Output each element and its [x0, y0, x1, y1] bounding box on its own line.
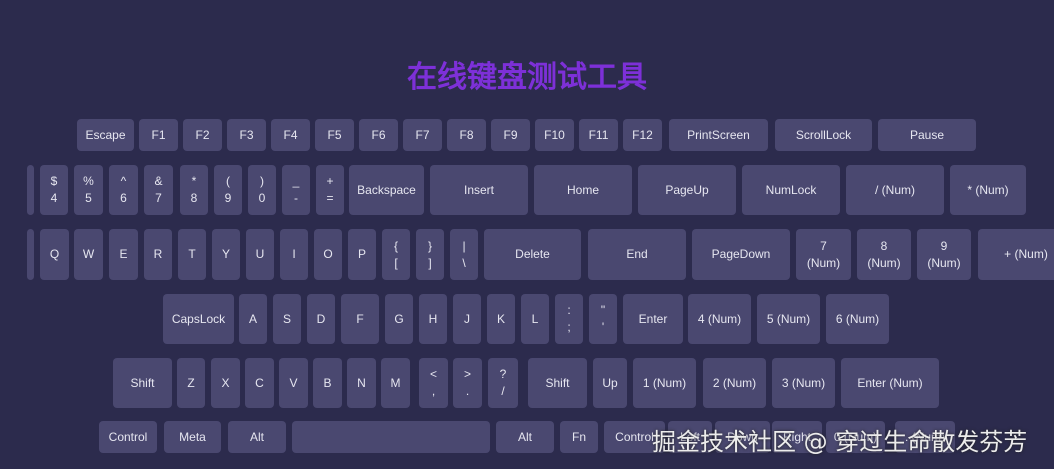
key-symbol[interactable]: | \	[450, 229, 478, 280]
key-f4[interactable]: F4	[271, 119, 310, 151]
key-5-num[interactable]: 5 (Num)	[757, 294, 820, 344]
key-symbol[interactable]: + =	[316, 165, 344, 215]
key-i[interactable]: I	[280, 229, 308, 280]
key-delete[interactable]: Delete	[484, 229, 581, 280]
key-f11[interactable]: F11	[579, 119, 618, 151]
key-a[interactable]: A	[239, 294, 267, 344]
key-h[interactable]: H	[419, 294, 447, 344]
key-fn[interactable]: Fn	[560, 421, 598, 453]
key-8[interactable]: * 8	[180, 165, 208, 215]
key-printscreen[interactable]: PrintScreen	[669, 119, 768, 151]
key-f8[interactable]: F8	[447, 119, 486, 151]
key-symbol[interactable]: : ;	[555, 294, 583, 344]
key-scrolllock[interactable]: ScrollLock	[775, 119, 872, 151]
key-f6[interactable]: F6	[359, 119, 398, 151]
key-6[interactable]: ^ 6	[109, 165, 138, 215]
key-f1[interactable]: F1	[139, 119, 178, 151]
key-f5[interactable]: F5	[315, 119, 354, 151]
key-symbol[interactable]: } ]	[416, 229, 444, 280]
key-p[interactable]: P	[348, 229, 376, 280]
key-9[interactable]: ( 9	[214, 165, 242, 215]
key-f7[interactable]: F7	[403, 119, 442, 151]
key-symbol[interactable]: " '	[589, 294, 617, 344]
key-6-num[interactable]: 6 (Num)	[826, 294, 889, 344]
key-home[interactable]: Home	[534, 165, 632, 215]
key-f10[interactable]: F10	[535, 119, 574, 151]
key-4-num[interactable]: 4 (Num)	[688, 294, 751, 344]
key-blank[interactable]	[27, 229, 34, 280]
page-title: 在线键盘测试工具	[407, 60, 647, 95]
key-s[interactable]: S	[273, 294, 301, 344]
key-alt[interactable]: Alt	[228, 421, 286, 453]
key-shift[interactable]: Shift	[113, 358, 172, 408]
key-f3[interactable]: F3	[227, 119, 266, 151]
key-space[interactable]	[292, 421, 490, 453]
key-7[interactable]: & 7	[144, 165, 173, 215]
key-insert[interactable]: Insert	[430, 165, 528, 215]
key-f12[interactable]: F12	[623, 119, 662, 151]
key-q[interactable]: Q	[40, 229, 69, 280]
key-symbol[interactable]: > .	[453, 358, 482, 408]
key-numlock[interactable]: NumLock	[742, 165, 840, 215]
key-4[interactable]: $ 4	[40, 165, 68, 215]
key-enter-num[interactable]: Enter (Num)	[841, 358, 939, 408]
key-r[interactable]: R	[144, 229, 172, 280]
key-l[interactable]: L	[521, 294, 549, 344]
key-control[interactable]: Control	[99, 421, 157, 453]
key-g[interactable]: G	[385, 294, 413, 344]
key-num[interactable]: / (Num)	[846, 165, 944, 215]
key-num[interactable]: * (Num)	[950, 165, 1026, 215]
key-b[interactable]: B	[313, 358, 342, 408]
key-symbol[interactable]: _ -	[282, 165, 310, 215]
key-o[interactable]: O	[314, 229, 342, 280]
key-pause[interactable]: Pause	[878, 119, 976, 151]
key-escape[interactable]: Escape	[77, 119, 134, 151]
key-x[interactable]: X	[211, 358, 240, 408]
key-num[interactable]: + (Num)	[978, 229, 1054, 280]
key-3-num[interactable]: 3 (Num)	[772, 358, 835, 408]
key-t[interactable]: T	[178, 229, 206, 280]
key-symbol[interactable]: < ,	[419, 358, 448, 408]
key-0[interactable]: ) 0	[248, 165, 276, 215]
key-end[interactable]: End	[588, 229, 686, 280]
key-m[interactable]: M	[381, 358, 410, 408]
key-7-num[interactable]: 7 (Num)	[796, 229, 851, 280]
key-f9[interactable]: F9	[491, 119, 530, 151]
key-shift[interactable]: Shift	[528, 358, 587, 408]
key-d[interactable]: D	[307, 294, 335, 344]
key-1-num[interactable]: 1 (Num)	[633, 358, 696, 408]
key-k[interactable]: K	[487, 294, 515, 344]
key-blank[interactable]	[27, 165, 34, 215]
key-capslock[interactable]: CapsLock	[163, 294, 234, 344]
key-2-num[interactable]: 2 (Num)	[703, 358, 766, 408]
key-j[interactable]: J	[453, 294, 481, 344]
key-enter[interactable]: Enter	[623, 294, 683, 344]
key-meta[interactable]: Meta	[164, 421, 221, 453]
key-z[interactable]: Z	[177, 358, 205, 408]
key-backspace[interactable]: Backspace	[349, 165, 424, 215]
key-v[interactable]: V	[279, 358, 308, 408]
key-n[interactable]: N	[347, 358, 376, 408]
key-5[interactable]: % 5	[74, 165, 103, 215]
key-c[interactable]: C	[245, 358, 274, 408]
key-pageup[interactable]: PageUp	[638, 165, 736, 215]
key-y[interactable]: Y	[212, 229, 240, 280]
key-symbol[interactable]: { [	[382, 229, 410, 280]
key-u[interactable]: U	[246, 229, 274, 280]
key-f2[interactable]: F2	[183, 119, 222, 151]
key-up[interactable]: Up	[593, 358, 627, 408]
key-w[interactable]: W	[74, 229, 103, 280]
key-f[interactable]: F	[341, 294, 379, 344]
key-8-num[interactable]: 8 (Num)	[857, 229, 911, 280]
key-alt[interactable]: Alt	[496, 421, 554, 453]
key-9-num[interactable]: 9 (Num)	[917, 229, 971, 280]
key-pagedown[interactable]: PageDown	[692, 229, 790, 280]
key-symbol[interactable]: ? /	[488, 358, 518, 408]
watermark: 掘金技术社区 @ 穿过生命散发芬芳	[652, 428, 1028, 456]
key-e[interactable]: E	[109, 229, 138, 280]
